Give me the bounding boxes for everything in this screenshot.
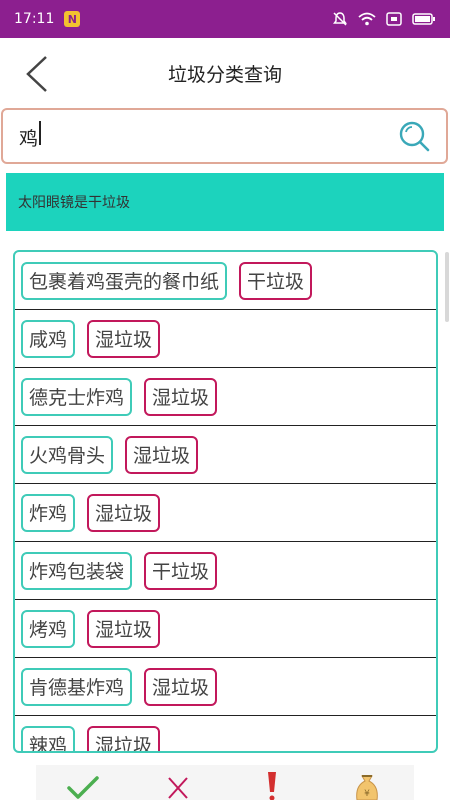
- item-name: 辣鸡: [21, 725, 76, 751]
- item-name: 炸鸡: [21, 493, 76, 532]
- status-bar: 17:11 N: [0, 0, 450, 38]
- item-name: 包裹着鸡蛋壳的餐巾纸: [21, 261, 228, 300]
- item-category: 湿垃圾: [144, 377, 218, 416]
- item-category: 湿垃圾: [87, 493, 161, 532]
- cross-icon: [168, 777, 188, 799]
- exclamation-icon: [268, 772, 277, 800]
- item-category: 干垃圾: [239, 261, 313, 300]
- list-item[interactable]: 辣鸡 湿垃圾: [15, 716, 436, 751]
- sim-icon: [386, 12, 402, 26]
- result-banner: 太阳眼镜是干垃圾: [6, 173, 444, 231]
- item-category: 湿垃圾: [87, 725, 161, 751]
- nav-dry[interactable]: [158, 765, 198, 800]
- check-icon: [67, 776, 99, 799]
- item-name: 肯德基炸鸡: [21, 667, 133, 706]
- app-screen: 17:11 N 垃圾分类查询 鸡 太阳眼镜是干垃圾 包裹着鸡蛋壳的餐巾纸 干垃圾…: [0, 0, 450, 800]
- result-message: 太阳眼镜是干垃圾: [18, 195, 130, 211]
- search-input[interactable]: 鸡: [19, 121, 398, 151]
- wifi-icon: [358, 12, 376, 26]
- battery-icon: [412, 13, 435, 25]
- money-bag-icon: ¥: [355, 775, 378, 800]
- list-item[interactable]: 烤鸡 湿垃圾: [15, 600, 436, 658]
- mute-bell-icon: [333, 12, 347, 26]
- list-item[interactable]: 火鸡骨头 湿垃圾: [15, 426, 436, 484]
- item-category: 湿垃圾: [125, 435, 199, 474]
- item-name: 德克士炸鸡: [21, 377, 133, 416]
- list-item[interactable]: 肯德基炸鸡 湿垃圾: [15, 658, 436, 716]
- nav-recyclable[interactable]: [63, 765, 103, 800]
- item-category: 湿垃圾: [87, 319, 161, 358]
- list-item[interactable]: 德克士炸鸡 湿垃圾: [15, 368, 436, 426]
- status-time: 17:11: [14, 11, 55, 27]
- nav-wet[interactable]: ¥: [347, 765, 387, 800]
- list-item[interactable]: 包裹着鸡蛋壳的餐巾纸 干垃圾: [15, 252, 436, 310]
- svg-text:¥: ¥: [364, 789, 370, 799]
- item-name: 烤鸡: [21, 609, 76, 648]
- result-list[interactable]: 包裹着鸡蛋壳的餐巾纸 干垃圾 咸鸡 湿垃圾 德克士炸鸡 湿垃圾 火鸡骨头 湿垃圾…: [13, 250, 438, 753]
- bottom-nav: ¥: [36, 765, 414, 800]
- notification-icon: N: [64, 11, 81, 27]
- status-icons: [332, 11, 436, 27]
- list-item[interactable]: 炸鸡 湿垃圾: [15, 484, 436, 542]
- header-bar: 垃圾分类查询: [0, 38, 450, 108]
- search-input-value: 鸡: [19, 128, 39, 150]
- item-category: 干垃圾: [144, 551, 218, 590]
- page-title: 垃圾分类查询: [167, 63, 282, 86]
- item-name: 咸鸡: [21, 319, 76, 358]
- search-icon[interactable]: [398, 120, 430, 152]
- text-caret: [39, 121, 42, 145]
- item-name: 炸鸡包装袋: [21, 551, 133, 590]
- item-category: 湿垃圾: [87, 609, 161, 648]
- chevron-left-icon[interactable]: [22, 54, 52, 94]
- item-category: 湿垃圾: [144, 667, 218, 706]
- nav-hazardous[interactable]: [252, 765, 292, 800]
- list-scrollbar[interactable]: [445, 252, 449, 322]
- search-bar[interactable]: 鸡: [1, 108, 448, 164]
- item-name: 火鸡骨头: [21, 435, 114, 474]
- list-item[interactable]: 咸鸡 湿垃圾: [15, 310, 436, 368]
- list-item[interactable]: 炸鸡包装袋 干垃圾: [15, 542, 436, 600]
